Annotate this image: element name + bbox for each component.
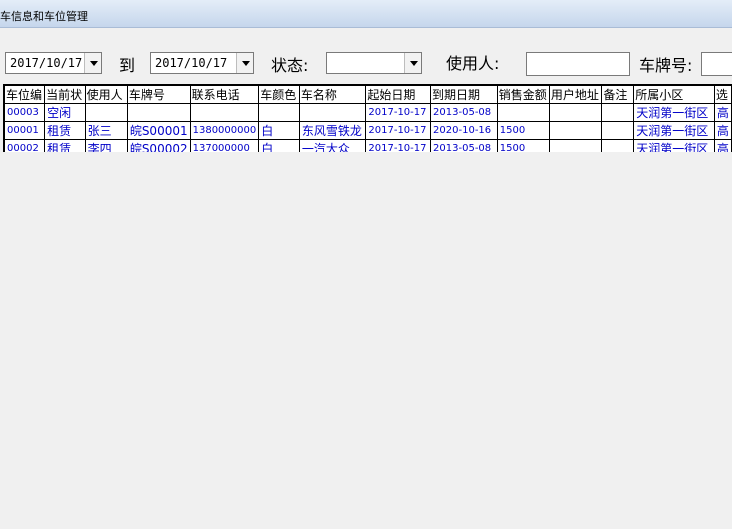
- table-row[interactable]: 00001 租赁 张三 皖S00001 1380000000 白 东风雪铁龙 2…: [4, 121, 732, 140]
- table-cell[interactable]: [548, 121, 603, 140]
- status-select[interactable]: [326, 52, 422, 74]
- table-cell[interactable]: [189, 103, 260, 122]
- table-cell[interactable]: 东风雪铁龙: [298, 121, 367, 140]
- table-cell[interactable]: 137000000: [189, 139, 260, 152]
- table-cell[interactable]: 1500: [496, 121, 550, 140]
- table-cell[interactable]: [548, 103, 603, 122]
- table-cell[interactable]: 高: [713, 139, 732, 152]
- table-cell[interactable]: 租赁: [44, 139, 86, 152]
- table-cell[interactable]: 00002: [4, 139, 46, 152]
- chevron-down-icon[interactable]: [404, 53, 421, 73]
- column-header[interactable]: 车牌号: [126, 85, 191, 104]
- table-cell[interactable]: 1380000000: [189, 121, 260, 140]
- end-date-value: 2017/10/17: [155, 56, 228, 70]
- user-input[interactable]: [526, 52, 630, 76]
- plate-label: 车牌号:: [639, 56, 693, 75]
- table-cell[interactable]: [126, 103, 191, 122]
- column-header[interactable]: 备注: [601, 85, 635, 104]
- start-date-picker[interactable]: 2017/10/17: [5, 52, 102, 74]
- column-header[interactable]: 车名称: [298, 85, 367, 104]
- column-header[interactable]: 车颜色: [258, 85, 300, 104]
- chevron-down-icon[interactable]: [84, 53, 101, 73]
- column-header[interactable]: 所属小区: [633, 85, 715, 104]
- column-header[interactable]: 当前状: [44, 85, 86, 104]
- header-row: 车位编 当前状 使用人 车牌号 联系电话 车颜色 车名称 起始日期 到期日期 销…: [4, 85, 732, 104]
- table-cell[interactable]: [496, 103, 550, 122]
- column-header[interactable]: 到期日期: [430, 85, 498, 104]
- column-header[interactable]: 车位编: [4, 85, 46, 104]
- user-label: 使用人:: [446, 54, 500, 73]
- column-header[interactable]: 选: [713, 85, 732, 104]
- table-cell[interactable]: 空闲: [44, 103, 86, 122]
- table-cell[interactable]: 白: [258, 121, 300, 140]
- table-cell[interactable]: 皖S00002: [126, 139, 191, 152]
- table-cell[interactable]: 天润第一街区: [633, 103, 715, 122]
- column-header[interactable]: 使用人: [84, 85, 128, 104]
- chevron-down-icon[interactable]: [236, 53, 253, 73]
- end-date-picker[interactable]: 2017/10/17: [150, 52, 254, 74]
- title-bar: 车信息和车位管理: [0, 0, 732, 28]
- table-cell[interactable]: 2013-05-08: [430, 139, 498, 152]
- table-cell[interactable]: 00001: [4, 121, 46, 140]
- table-cell[interactable]: [601, 139, 635, 152]
- table-cell[interactable]: 天润第一街区: [633, 121, 715, 140]
- table-cell[interactable]: 1500: [496, 139, 550, 152]
- window-title: 车信息和车位管理: [0, 10, 88, 23]
- column-header[interactable]: 起始日期: [365, 85, 432, 104]
- table-cell[interactable]: 租赁: [44, 121, 86, 140]
- table-cell[interactable]: 李四: [84, 139, 128, 152]
- table-cell[interactable]: [601, 121, 635, 140]
- table-cell[interactable]: 张三: [84, 121, 128, 140]
- column-header[interactable]: 销售金额: [496, 85, 550, 104]
- table-cell[interactable]: 一汽大众: [298, 139, 367, 152]
- table-cell[interactable]: 2017-10-17: [365, 139, 432, 152]
- to-label: 到: [119, 56, 136, 75]
- table-cell[interactable]: [601, 103, 635, 122]
- column-header[interactable]: 用户地址: [548, 85, 603, 104]
- table-cell[interactable]: [298, 103, 367, 122]
- parking-data-grid[interactable]: 车位编 当前状 使用人 车牌号 联系电话 车颜色 车名称 起始日期 到期日期 销…: [3, 84, 732, 152]
- start-date-value: 2017/10/17: [10, 56, 83, 70]
- status-label: 状态:: [271, 56, 309, 75]
- table-cell[interactable]: [84, 103, 128, 122]
- table-cell[interactable]: [258, 103, 300, 122]
- data-table: 车位编 当前状 使用人 车牌号 联系电话 车颜色 车名称 起始日期 到期日期 销…: [4, 85, 732, 152]
- table-row[interactable]: 00002 租赁 李四 皖S00002 137000000 白 一汽大众 201…: [4, 139, 732, 152]
- table-cell[interactable]: 天润第一街区: [633, 139, 715, 152]
- table-cell[interactable]: 2013-05-08: [430, 103, 498, 122]
- plate-input[interactable]: [701, 52, 732, 76]
- table-cell[interactable]: 高: [713, 103, 732, 122]
- table-row[interactable]: 00003 空闲 2017-10-17 2013-05-08 天润第一街区 高: [4, 103, 732, 122]
- table-cell[interactable]: [548, 139, 603, 152]
- table-cell[interactable]: 白: [258, 139, 300, 152]
- column-header[interactable]: 联系电话: [189, 85, 260, 104]
- table-cell[interactable]: 2017-10-17: [365, 121, 432, 140]
- table-cell[interactable]: 2020-10-16: [430, 121, 498, 140]
- table-cell[interactable]: 2017-10-17: [365, 103, 432, 122]
- table-cell[interactable]: 高: [713, 121, 732, 140]
- table-cell[interactable]: 皖S00001: [126, 121, 191, 140]
- table-cell[interactable]: 00003: [4, 103, 46, 122]
